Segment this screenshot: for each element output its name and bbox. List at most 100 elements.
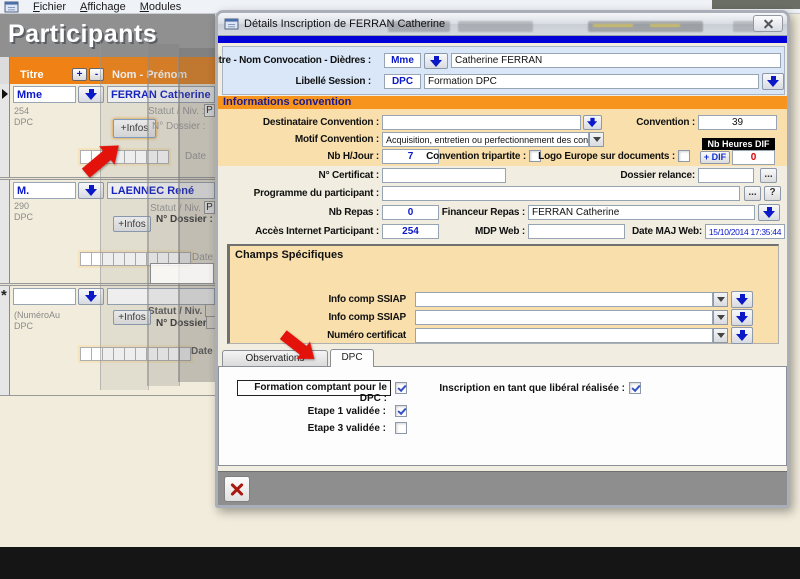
delete-close-button[interactable] <box>224 476 250 502</box>
section-informations-convention: Informations convention <box>218 96 787 109</box>
mdp-web-field[interactable] <box>528 224 625 239</box>
blue-down-arrow-icon <box>85 291 98 302</box>
motif-label: Motif Convention : <box>295 134 379 145</box>
nb-h-jour-label: Nb H/Jour : <box>327 151 379 162</box>
destinataire-label: Destinataire Convention : <box>263 117 379 128</box>
dialog-titlebar[interactable]: Détails Inscription de FERRAN Catherine <box>218 13 787 36</box>
titre-nom-label: Titre - Nom Convocation - Dièdres : <box>215 55 371 66</box>
logo-europe-label: Logo Europe sur documents : <box>538 151 675 162</box>
date-maj-web-label: Date MAJ Web: <box>632 226 702 237</box>
financeur-repas-field[interactable]: FERRAN Catherine <box>528 205 755 220</box>
formation-dpc-label: Formation comptant pour le DPC : <box>237 380 391 396</box>
record-selector-header <box>0 57 10 84</box>
programme-field[interactable] <box>382 186 740 201</box>
dif-hours-field[interactable]: 0 <box>732 150 775 165</box>
destinataire-dropdown-button[interactable] <box>583 115 602 130</box>
dialog-icon <box>224 18 239 30</box>
date-maj-web-field[interactable]: 15/10/2014 17:35:44 <box>705 224 785 239</box>
programme-help-button[interactable]: ? <box>764 186 781 201</box>
tab-dpc[interactable]: DPC <box>330 349 374 367</box>
menu-affichage[interactable]: Affichage <box>80 1 126 13</box>
nom-convocation-field[interactable]: Catherine FERRAN <box>451 53 781 68</box>
participant-type: DPC <box>14 212 33 222</box>
etape1-checkbox[interactable] <box>395 405 407 417</box>
titre-dropdown-button[interactable] <box>424 53 448 69</box>
participant-type: DPC <box>14 117 33 127</box>
record-selector[interactable] <box>0 180 10 283</box>
liberal-label: Inscription en tant que libéral réalisée… <box>439 383 625 394</box>
application-window: Fichier Affichage Modules Participants T… <box>0 0 800 579</box>
etape3-label: Etape 3 validée : <box>308 423 386 434</box>
acces-internet-field[interactable]: 254 <box>382 224 439 239</box>
blue-down-arrow-icon <box>587 118 598 127</box>
blue-dropdown-button[interactable] <box>731 327 753 344</box>
blue-down-arrow-icon <box>736 294 749 305</box>
etape3-checkbox[interactable] <box>395 422 407 434</box>
window-shadow-band <box>147 44 180 386</box>
add-dif-button[interactable]: + DIF <box>700 151 730 164</box>
motif-dropdown-button[interactable] <box>589 132 604 147</box>
tab-observations-stagiaire[interactable]: Observations Stagiaire <box>222 350 328 367</box>
tripartite-label: Convention tripartite : <box>426 151 526 162</box>
section-title: Champs Spécifiques <box>235 249 343 261</box>
formation-dpc-checkbox[interactable] <box>395 382 407 394</box>
record-selector[interactable]: * <box>0 286 10 395</box>
dropdown-button[interactable] <box>713 328 728 343</box>
dropdown-button[interactable] <box>713 292 728 307</box>
new-record-icon: * <box>1 287 7 304</box>
blue-down-arrow-icon <box>763 207 776 218</box>
convention-number-field[interactable]: 39 <box>698 115 777 130</box>
libelle-session-label: Libellé Session : <box>295 76 371 87</box>
info-comp-ssiap-field[interactable] <box>415 292 713 307</box>
current-record-icon <box>2 89 8 99</box>
programme-browse-button[interactable]: ... <box>744 186 761 201</box>
details-section: N° Certificat : Dossier relance: ... Pro… <box>218 166 787 244</box>
certificat-field[interactable] <box>382 168 506 183</box>
participant-number: (NuméroAu <box>14 310 60 320</box>
dialog-accent-bar <box>218 36 787 43</box>
dialog-header-section: Titre - Nom Convocation - Dièdres : Mme … <box>222 46 785 95</box>
numero-certificat-field[interactable] <box>415 328 713 343</box>
destinataire-field[interactable] <box>382 115 581 130</box>
titre-combo[interactable]: Mme <box>13 86 76 103</box>
programme-label: Programme du participant : <box>254 188 379 199</box>
titre-combo[interactable]: M. <box>13 182 76 199</box>
session-dropdown-button[interactable] <box>762 73 784 90</box>
financeur-dropdown-button[interactable] <box>758 204 780 221</box>
blue-down-arrow-icon <box>736 312 749 323</box>
dialog-close-button[interactable] <box>753 15 783 32</box>
dropdown-button[interactable] <box>713 310 728 325</box>
info-comp-ssiap-label: Info comp SSIAP <box>328 312 406 323</box>
certificat-label: N° Certificat : <box>319 170 379 181</box>
dossier-relance-browse-button[interactable]: ... <box>760 168 777 183</box>
acces-internet-label: Accès Internet Participant : <box>255 226 379 237</box>
blue-dropdown-button[interactable] <box>731 309 753 326</box>
blue-down-arrow-icon <box>430 56 443 67</box>
window-shadow-band <box>100 40 149 390</box>
liberal-checkbox[interactable] <box>629 382 641 394</box>
session-code-field[interactable]: DPC <box>384 74 421 89</box>
convention-section: Destinataire Convention : Convention : 3… <box>218 109 787 166</box>
dialog-details-inscription: Détails Inscription de FERRAN Catherine … <box>215 10 790 508</box>
info-comp-ssiap-label: Info comp SSIAP <box>328 294 406 305</box>
convention-label: Convention : <box>636 117 695 128</box>
dossier-relance-label: Dossier relance: <box>620 170 695 181</box>
mdp-web-label: MDP Web : <box>475 226 525 237</box>
nb-repas-label: Nb Repas : <box>329 207 379 218</box>
info-comp-ssiap-field[interactable] <box>415 310 713 325</box>
app-icon <box>4 1 19 13</box>
dossier-relance-field[interactable] <box>698 168 754 183</box>
logo-europe-checkbox[interactable] <box>678 150 690 162</box>
motif-field[interactable]: Acquisition, entretien ou perfectionneme… <box>382 132 589 147</box>
titre-combo[interactable] <box>13 288 76 305</box>
column-titre: Titre <box>20 69 44 81</box>
etape1-label: Etape 1 validée : <box>308 406 386 417</box>
add-button[interactable]: + <box>72 68 87 81</box>
menu-fichier[interactable]: Fichier <box>33 1 66 13</box>
blue-dropdown-button[interactable] <box>731 291 753 308</box>
menu-modules[interactable]: Modules <box>140 1 182 13</box>
session-field[interactable]: Formation DPC <box>424 74 759 89</box>
titre-convocation-field[interactable]: Mme <box>384 53 421 68</box>
record-selector[interactable] <box>0 84 10 177</box>
nb-repas-field[interactable]: 0 <box>382 205 439 220</box>
